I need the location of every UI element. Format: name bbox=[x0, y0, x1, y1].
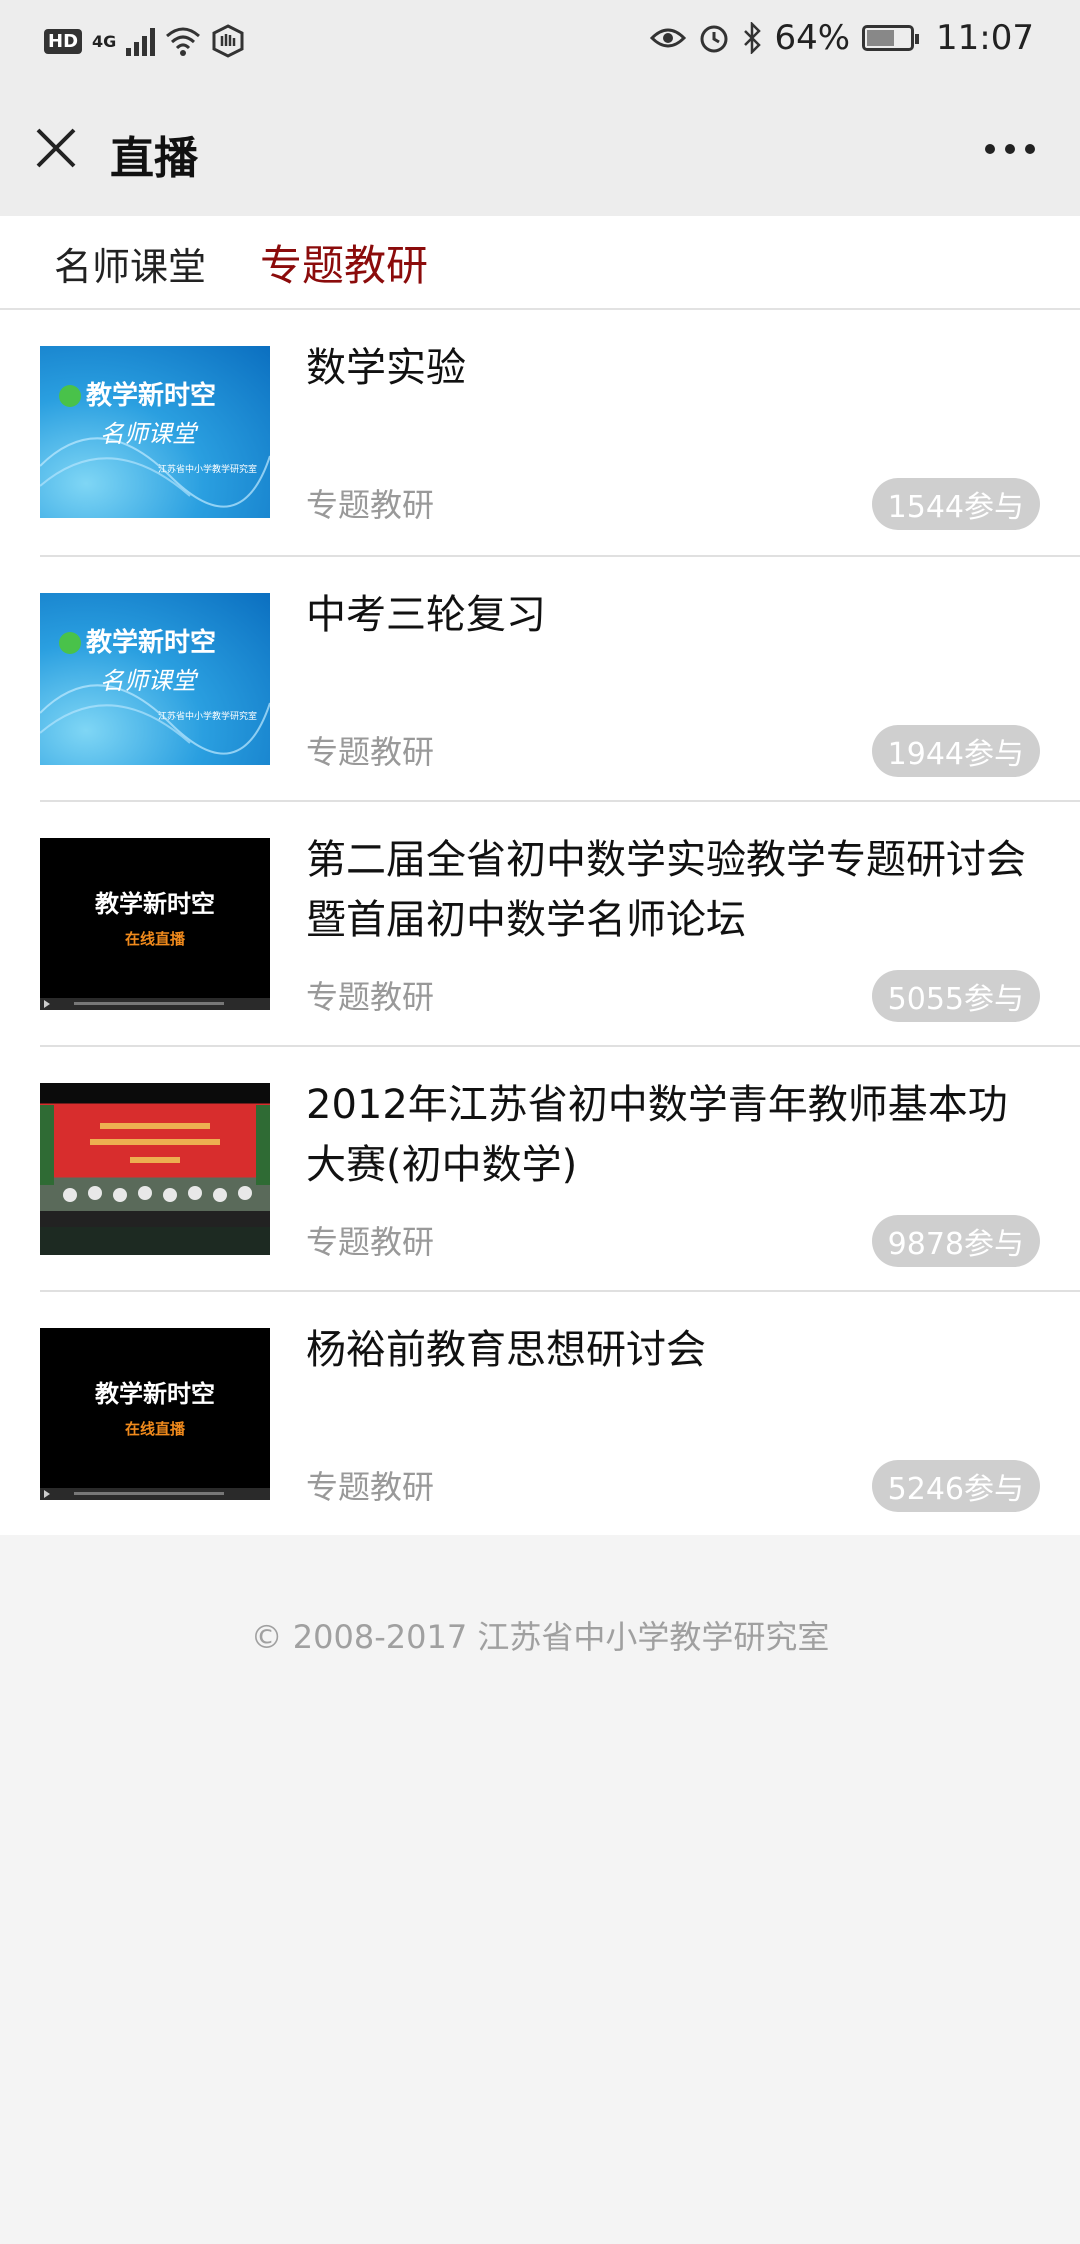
more-options-button[interactable] bbox=[980, 134, 1040, 164]
participant-count-badge: 9878参与 bbox=[871, 1215, 1040, 1267]
hand-icon bbox=[212, 24, 244, 58]
thumbnail: 教学新时空 名师课堂 江苏省中小学教学研究室 bbox=[40, 346, 270, 518]
thumbnail-art: 教学新时空 名师课堂 江苏省中小学教学研究室 bbox=[40, 380, 270, 508]
bluetooth-icon bbox=[744, 22, 762, 54]
participant-count-badge: 5055参与 bbox=[871, 970, 1040, 1022]
tab-special-research[interactable]: 专题教研 bbox=[260, 232, 428, 293]
thumb-line2: 在线直播 bbox=[125, 930, 186, 948]
thumbnail bbox=[40, 1083, 270, 1255]
item-title: 数学实验 bbox=[306, 345, 466, 391]
thumbnail-art: 教学新时空 在线直播 bbox=[40, 1380, 270, 1500]
participant-count-badge: 5246参与 bbox=[871, 1460, 1040, 1512]
more-icon bbox=[985, 144, 995, 154]
nav-bar: 直播 bbox=[0, 84, 1080, 216]
list-item[interactable]: 教学新时空 名师课堂 江苏省中小学教学研究室 中考三轮复习 专题教研 1944参… bbox=[40, 555, 1080, 800]
thumb-line3: 江苏省中小学教学研究室 bbox=[158, 463, 257, 475]
status-bar: HD 4G 64% 11:07 bbox=[0, 0, 1080, 84]
thumb-line1: 教学新时空 bbox=[95, 1380, 215, 1408]
thumb-line2: 名师课堂 bbox=[100, 420, 199, 448]
footer-copyright: © 2008-2017 江苏省中小学教学研究室 bbox=[250, 1618, 830, 1656]
thumb-line2: 在线直播 bbox=[125, 1420, 186, 1438]
thumbnail: 教学新时空 在线直播 bbox=[40, 838, 270, 1010]
status-right: 64% 11:07 bbox=[650, 18, 1034, 58]
thumb-line1: 教学新时空 bbox=[86, 380, 216, 411]
page-title: 直播 bbox=[110, 133, 198, 184]
tab-bar: 名师课堂 专题教研 bbox=[0, 216, 1080, 310]
tab-famous-teacher[interactable]: 名师课堂 bbox=[54, 236, 206, 291]
list-item[interactable]: 2012年江苏省初中数学青年教师基本功大赛(初中数学) 专题教研 9878参与 bbox=[40, 1045, 1080, 1290]
item-tag: 专题教研 bbox=[306, 1223, 435, 1261]
item-title: 第二届全省初中数学实验教学专题研讨会暨首届初中数学名师论坛 bbox=[306, 837, 1026, 943]
close-button[interactable] bbox=[28, 120, 84, 176]
list-item[interactable]: 教学新时空 在线直播 第二届全省初中数学实验教学专题研讨会暨首届初中数学名师论坛… bbox=[40, 800, 1080, 1045]
more-icon-dot bbox=[1005, 144, 1015, 154]
thumb-line2: 名师课堂 bbox=[100, 667, 199, 695]
live-list: 教学新时空 名师课堂 江苏省中小学教学研究室 数学实验 专题教研 1544参与 … bbox=[0, 310, 1080, 1535]
battery-percent: 64% bbox=[774, 18, 851, 58]
item-tag: 专题教研 bbox=[306, 978, 435, 1016]
signal-icon bbox=[126, 26, 156, 56]
participant-count-badge: 1944参与 bbox=[871, 725, 1040, 777]
network-type: 4G bbox=[92, 31, 117, 51]
eye-icon bbox=[650, 28, 687, 48]
thumb-line1: 教学新时空 bbox=[95, 890, 215, 918]
thumb-line1: 教学新时空 bbox=[86, 627, 216, 658]
item-tag: 专题教研 bbox=[306, 1468, 435, 1506]
alarm-icon bbox=[700, 25, 728, 53]
status-left: HD 4G bbox=[44, 24, 245, 58]
participant-count-badge: 1544参与 bbox=[871, 478, 1040, 530]
close-icon bbox=[36, 128, 76, 168]
thumbnail-art: 教学新时空 名师课堂 江苏省中小学教学研究室 bbox=[40, 627, 270, 755]
item-tag: 专题教研 bbox=[306, 733, 435, 771]
item-title: 杨裕前教育思想研讨会 bbox=[306, 1327, 706, 1373]
thumb-line3: 江苏省中小学教学研究室 bbox=[158, 710, 257, 722]
more-icon-dot bbox=[1025, 144, 1035, 154]
battery-icon bbox=[862, 25, 920, 51]
clock: 11:07 bbox=[936, 18, 1034, 58]
list-item[interactable]: 教学新时空 在线直播 杨裕前教育思想研讨会 专题教研 5246参与 bbox=[40, 1290, 1080, 1535]
thumbnail: 教学新时空 名师课堂 江苏省中小学教学研究室 bbox=[40, 593, 270, 765]
thumbnail-art bbox=[40, 1105, 270, 1227]
item-tag: 专题教研 bbox=[306, 486, 435, 524]
hd-icon: HD bbox=[44, 28, 83, 54]
thumbnail: 教学新时空 在线直播 bbox=[40, 1328, 270, 1500]
item-title: 2012年江苏省初中数学青年教师基本功大赛(初中数学) bbox=[306, 1082, 1008, 1188]
thumbnail-art: 教学新时空 在线直播 bbox=[40, 890, 270, 1010]
list-item[interactable]: 教学新时空 名师课堂 江苏省中小学教学研究室 数学实验 专题教研 1544参与 bbox=[0, 310, 1080, 555]
item-title: 中考三轮复习 bbox=[306, 592, 546, 638]
wifi-icon bbox=[166, 27, 201, 56]
